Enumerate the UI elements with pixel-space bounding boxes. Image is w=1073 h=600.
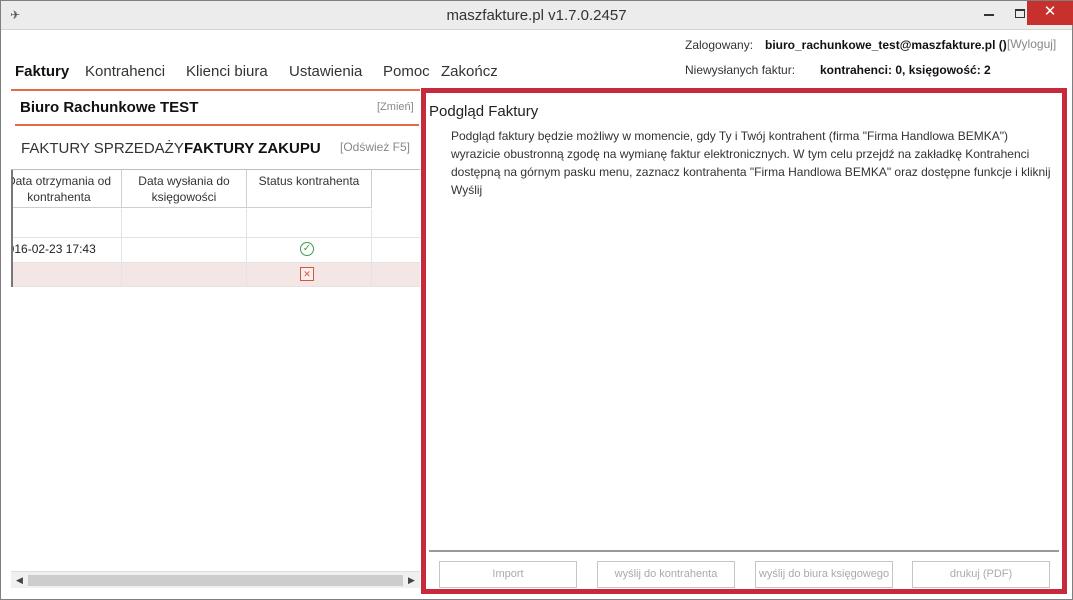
refresh-link[interactable]: [Odśwież F5] [340,140,410,154]
menu-item-faktury[interactable]: Faktury [15,63,69,80]
cell-status: ✓ [247,238,372,262]
preview-message: Podgląd faktury będzie możliwy w momenci… [451,129,1051,197]
logged-in-user: biuro_rachunkowe_test@maszfakture.pl () [765,38,1007,52]
table-row-selected[interactable]: ✕ [11,263,420,287]
maximize-icon [1015,8,1025,18]
cell-received [11,209,122,237]
table-row[interactable]: 2016-02-23 17:43 ✓ [11,238,420,263]
scroll-right-icon[interactable]: ▶ [403,572,420,589]
cell-received: 2016-02-23 17:43 [11,238,122,262]
cell-sent [122,263,247,286]
menu-item-pomoc[interactable]: Pomoc [383,63,430,80]
import-button[interactable]: Import [439,561,577,588]
scroll-left-icon[interactable]: ◀ [11,572,28,589]
menu-item-kontrahenci[interactable]: Kontrahenci [85,63,165,80]
invoice-preview-panel: Podgląd Faktury Podgląd faktury będzie m… [421,88,1067,594]
cell-sent [122,209,247,237]
received-date: 2016-02-23 17:43 [11,242,96,256]
unsent-invoices-label: Niewysłanych faktur: [685,63,796,77]
menu-item-ustawienia[interactable]: Ustawienia [289,63,362,80]
window-title: maszfakture.pl v1.7.0.2457 [446,7,627,24]
status-error-icon: ✕ [300,267,314,281]
menu-item-klienci-biura[interactable]: Klienci biura [186,63,268,80]
company-name: Biuro Rachunkowe TEST [20,99,199,116]
print-pdf-button[interactable]: drukuj (PDF) [912,561,1050,588]
column-header-received[interactable]: Data otrzymania od kontrahenta [11,170,122,208]
title-bar[interactable]: ✈ maszfakture.pl v1.7.0.2457 ✕ [1,1,1073,30]
preview-title: Podgląd Faktury [429,103,539,120]
invoice-grid: Data otrzymania od kontrahenta Data wysł… [11,169,420,569]
company-divider [15,124,419,126]
change-company-link[interactable]: [Zmień] [377,101,414,113]
cell-status: ✕ [247,263,372,286]
tab-sales-invoices[interactable]: FAKTURY SPRZEDAŻY [21,140,184,157]
logout-link[interactable]: [Wyloguj] [1007,37,1056,51]
table-row[interactable] [11,209,420,238]
horizontal-scrollbar[interactable]: ◀ ▶ [11,571,420,588]
minimize-icon [984,14,994,17]
menu-item-zakoncz[interactable]: Zakończ [441,63,498,80]
status-ok-icon: ✓ [300,242,314,256]
cell-sent [122,238,247,262]
minimize-button[interactable] [974,1,1004,25]
close-icon: ✕ [1043,3,1057,20]
logged-in-label: Zalogowany: [685,38,754,52]
unsent-invoices-value: kontrahenci: 0, księgowość: 2 [820,63,991,77]
tab-purchase-invoices[interactable]: FAKTURY ZAKUPU [184,140,321,157]
cell-received [11,263,122,286]
cell-status [247,209,372,237]
app-window: ✈ maszfakture.pl v1.7.0.2457 ✕ Zalogowan… [0,0,1073,600]
send-to-contractor-button[interactable]: wyślij do kontrahenta [597,561,735,588]
grid-left-edge [11,170,13,287]
scrollbar-thumb[interactable] [28,575,403,586]
column-header-sent[interactable]: Data wysłania do księgowości [122,170,247,208]
send-to-accounting-button[interactable]: wyślij do biura księgowego [755,561,893,588]
preview-divider [429,550,1059,552]
close-button[interactable]: ✕ [1027,1,1073,25]
column-header-status[interactable]: Status kontrahenta [247,170,372,208]
menu-divider [11,89,420,91]
